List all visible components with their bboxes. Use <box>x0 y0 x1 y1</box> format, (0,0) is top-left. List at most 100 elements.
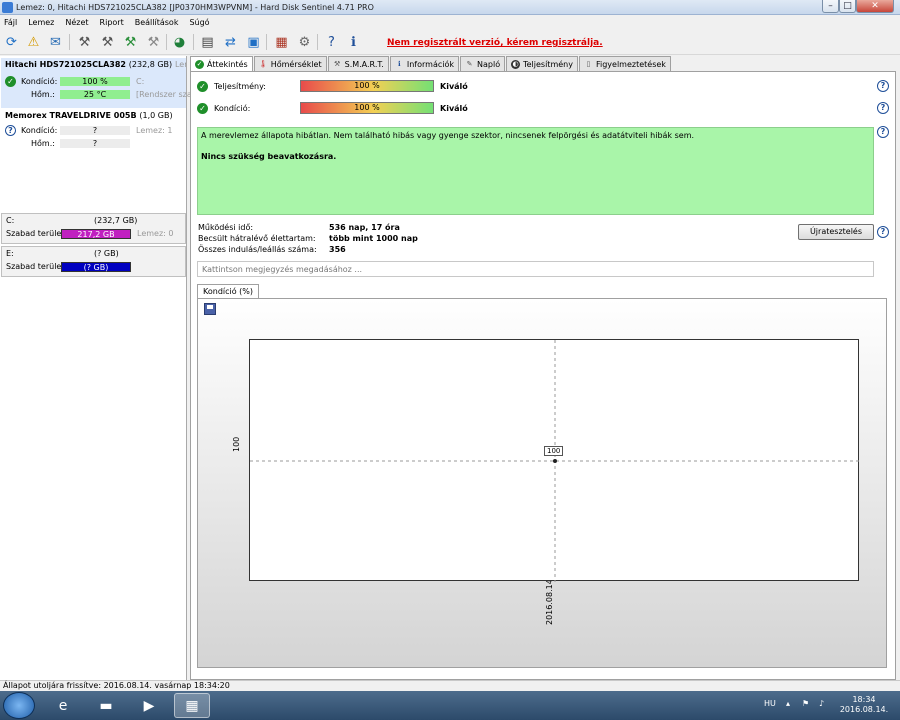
tab-temperature[interactable]: 🌡 Hőmérséklet <box>253 56 327 71</box>
disk-test-icon[interactable]: ⚒ <box>121 33 140 51</box>
media-player-icon[interactable]: ▶ <box>131 693 167 718</box>
chart-plot-area: 100 <box>249 339 860 582</box>
clock-time: 18:34 <box>852 695 876 704</box>
gear-icon[interactable]: ⚙ <box>295 33 314 51</box>
tab-performance[interactable]: ◐ Teljesítmény <box>506 56 578 71</box>
maximize-button[interactable]: □ <box>839 0 856 13</box>
tab-alerts[interactable]: ▯ Figyelmeztetések <box>578 56 671 71</box>
toolbar: ⟳ ⚠ ✉ ⚒ ⚒ ⚒ ⚒ ◕ ▤ ⇄ ▣ ▦ ⚙ ? ℹ Nem regisz… <box>0 29 900 55</box>
save-icon[interactable] <box>204 303 216 315</box>
menu-settings[interactable]: Beállítások <box>135 18 179 27</box>
report-icon[interactable]: ▦ <box>272 33 291 51</box>
clock[interactable]: 18:34 2016.08.14. <box>836 695 892 715</box>
volume-item-e[interactable]: E: (? GB) Szabad terület (? GB) <box>1 246 186 277</box>
menu-report[interactable]: Riport <box>100 18 124 27</box>
tab-bar: ✓ Áttekintés 🌡 Hőmérséklet ⚒ S.M.A.R.T. ℹ In… <box>190 56 672 71</box>
disk-temp-row: Hőm.: ? <box>1 137 186 150</box>
language-indicator[interactable]: HU <box>764 699 776 708</box>
temperature-bar: ? <box>60 139 130 148</box>
start-button[interactable] <box>3 692 35 719</box>
tab-smart[interactable]: ⚒ S.M.A.R.T. <box>327 56 389 71</box>
hard-disk-sentinel-task[interactable]: ▦ <box>174 693 210 718</box>
close-button[interactable]: ✕ <box>856 0 894 13</box>
warning-icon[interactable]: ⚠ <box>24 33 43 51</box>
toolbar-separator <box>166 34 167 50</box>
tab-information[interactable]: ℹ Információk <box>389 56 459 71</box>
status-ok-icon: ✓ <box>197 102 208 114</box>
x-tick-label: 2016.08.14. <box>545 576 554 625</box>
disk-item-memorex[interactable]: Memorex TRAVELDRIVE 005B (1,0 GB) ? Kond… <box>1 109 186 155</box>
remaining-lifetime: Becsült hátralévő élettartam: több mint … <box>198 234 418 243</box>
disk-repair-icon[interactable]: ⚒ <box>144 33 163 51</box>
help-icon[interactable]: ? <box>322 33 341 51</box>
flag-icon[interactable]: ⚑ <box>802 699 809 708</box>
menu-disk[interactable]: Lemez <box>28 18 54 27</box>
mail-icon[interactable]: ✉ <box>46 33 65 51</box>
data-point <box>553 459 557 463</box>
log-icon: ✎ <box>466 59 473 68</box>
status-message: A merevlemez állapota hibátlan. Nem talá… <box>201 131 695 140</box>
condition-bar: 100 % <box>300 102 434 114</box>
toolbar-separator <box>69 34 70 50</box>
volume-free-row: Szabad terület 217,2 GB Lemez: 0 <box>6 229 174 239</box>
disk-item-hitachi[interactable]: Hitachi HDS721025CLA382 (232,8 GB) Lemez… <box>1 58 192 108</box>
overview-content: ✓ Teljesítmény: 100 % Kiváló ? ✓ Kondíci… <box>190 71 896 680</box>
help-icon[interactable]: ? <box>877 126 889 138</box>
menu-help[interactable]: Súgó <box>189 18 209 27</box>
help-icon[interactable]: ? <box>877 102 889 114</box>
disk-temp-row: Hőm.: 25 °C [Rendszer sza <box>31 90 192 99</box>
alert-page-icon: ▯ <box>586 59 591 68</box>
app-icon <box>2 1 13 13</box>
disk-tool-icon[interactable]: ⚒ <box>75 33 94 51</box>
thermometer-icon: 🌡 <box>258 59 268 68</box>
y-tick-label: 100 <box>232 436 241 452</box>
free-space-bar: 217,2 GB <box>61 229 131 239</box>
condition-bar: ? <box>60 126 130 135</box>
help-icon[interactable]: ? <box>877 80 889 92</box>
retest-button[interactable]: Újratesztelés <box>798 224 874 240</box>
taskbar: e ▬ ▶ ▦ HU ▴ ⚑ ♪ 18:34 2016.08.14. <box>0 691 900 720</box>
chart-svg <box>250 340 860 582</box>
status-message-box: A merevlemez állapota hibátlan. Nem talá… <box>197 127 874 215</box>
disk-condition-row: ✓ Kondíció: 100 % C: <box>1 75 186 88</box>
speedometer-icon: ◐ <box>511 59 521 69</box>
free-space-bar: (? GB) <box>61 262 131 272</box>
sync-icon[interactable]: ⇄ <box>221 33 240 51</box>
volume-item-c[interactable]: C: (232,7 GB) Szabad terület 217,2 GB Le… <box>1 213 186 244</box>
info-icon: ℹ <box>398 59 401 68</box>
action-message: Nincs szükség beavatkozásra. <box>201 152 337 161</box>
tab-log[interactable]: ✎ Napló <box>460 56 506 71</box>
volume-icon[interactable]: ♪ <box>819 699 824 708</box>
condition-bar: 100 % <box>60 77 130 86</box>
disk-scan-icon[interactable]: ⚒ <box>98 33 117 51</box>
ie-icon[interactable]: e <box>45 693 81 718</box>
volume-header: C: (232,7 GB) <box>6 216 138 225</box>
help-icon[interactable]: ? <box>877 226 889 238</box>
toolbar-separator <box>193 34 194 50</box>
chat-icon[interactable]: ▣ <box>244 33 263 51</box>
chart-frame: 100 2016.08.14. 100 <box>197 298 887 668</box>
info-icon[interactable]: ℹ <box>344 33 363 51</box>
note-input[interactable]: Kattintson megjegyzés megadásához ... <box>197 261 874 277</box>
chart-tab-condition[interactable]: Kondíció (%) <box>197 284 260 299</box>
tab-overview[interactable]: ✓ Áttekintés <box>190 56 253 71</box>
data-label: 100 <box>544 446 564 456</box>
status-bar: Állapot utoljára frissítve: 2016.08.14. … <box>0 680 900 691</box>
disk-list-panel: Hitachi HDS721025CLA382 (232,8 GB) Lemez… <box>0 56 192 680</box>
temperature-bar: 25 °C <box>60 90 130 99</box>
refresh-icon[interactable]: ⟳ <box>2 33 21 51</box>
start-stop-count: Összes indulás/leállás száma: 356 <box>198 245 346 254</box>
tray-expand-icon[interactable]: ▴ <box>786 699 790 708</box>
menu-view[interactable]: Nézet <box>65 18 88 27</box>
disk-name: Hitachi HDS721025CLA382 (232,8 GB) Lemez <box>5 60 186 69</box>
toolbar-separator <box>266 34 267 50</box>
document-icon[interactable]: ▤ <box>198 33 217 51</box>
globe-icon[interactable]: ◕ <box>170 33 189 51</box>
disk-name: Memorex TRAVELDRIVE 005B (1,0 GB) <box>5 111 173 120</box>
performance-bar: 100 % <box>300 80 434 92</box>
status-ok-icon: ✓ <box>197 80 208 92</box>
register-link[interactable]: Nem regisztrált verzió, kérem regisztrál… <box>387 38 603 48</box>
minimize-button[interactable]: – <box>822 0 839 13</box>
folder-icon[interactable]: ▬ <box>88 693 124 718</box>
menu-file[interactable]: Fájl <box>4 18 17 27</box>
